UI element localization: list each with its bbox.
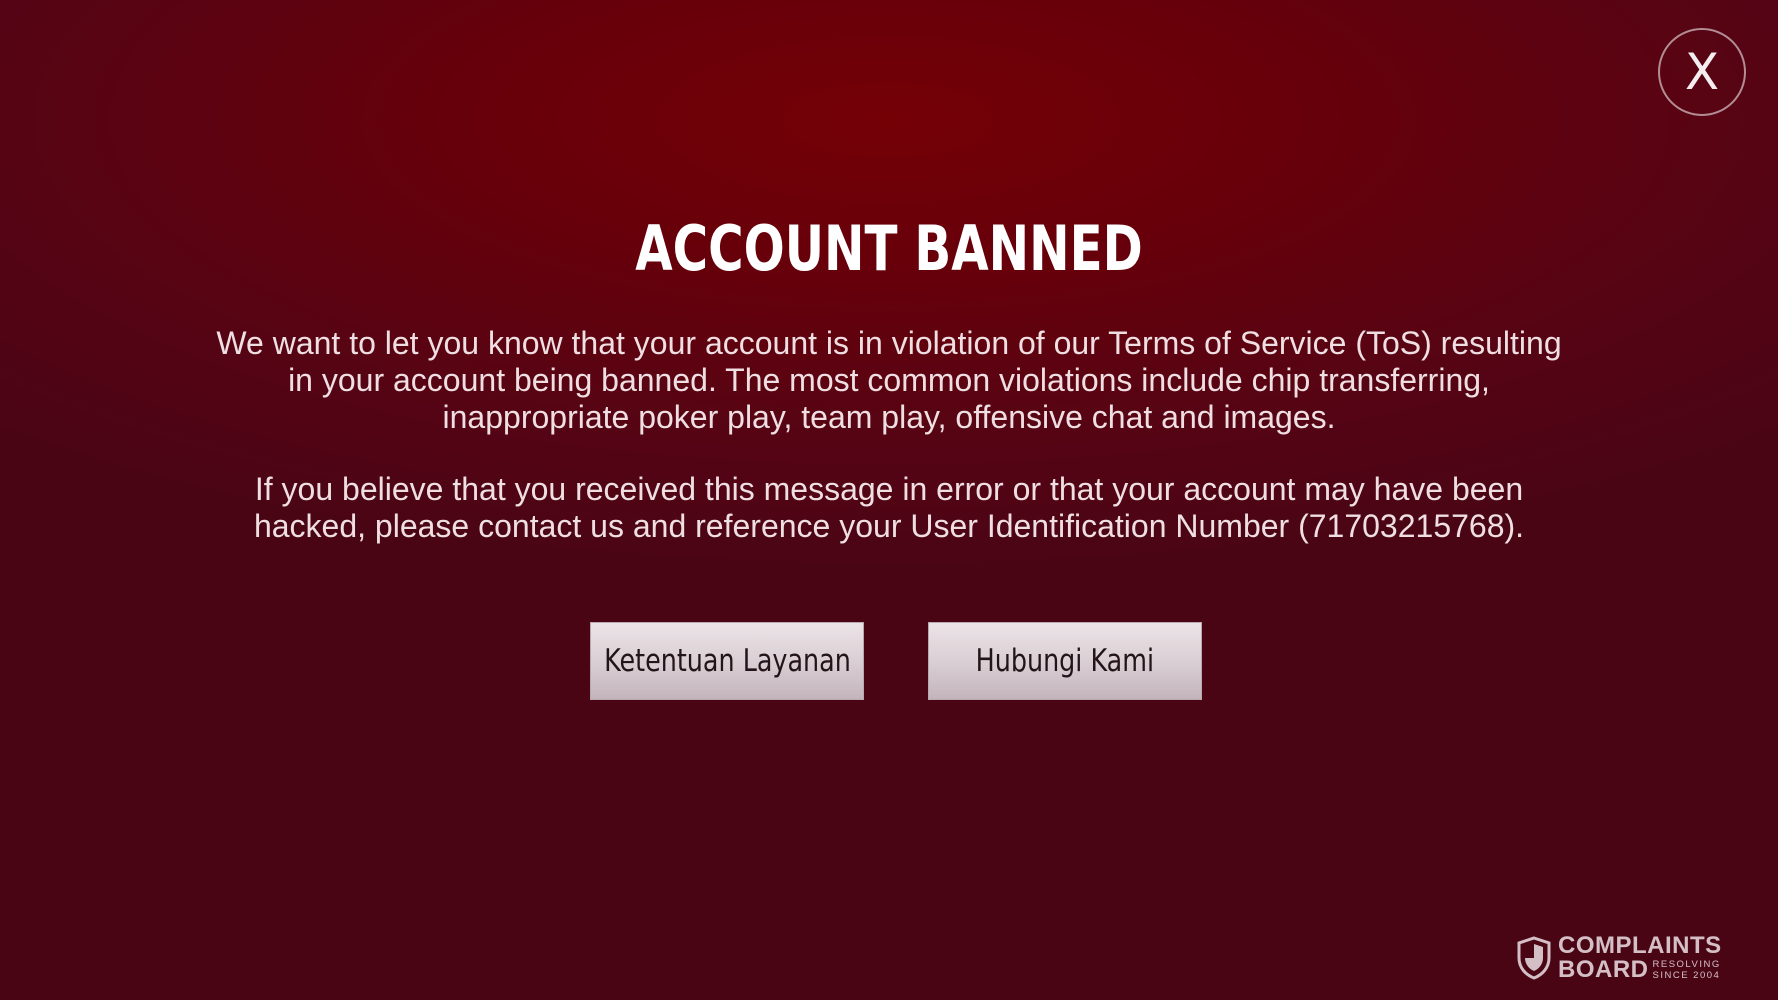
shield-icon <box>1517 936 1551 980</box>
contact-us-button[interactable]: Hubungi Kami <box>928 622 1202 700</box>
complaints-board-watermark: COMPLAINTS BOARD RESOLVING SINCE 2004 <box>1516 932 1722 983</box>
terms-of-service-button[interactable]: Ketentuan Layanan <box>590 622 864 700</box>
watermark-line-2: BOARD <box>1558 956 1649 983</box>
watermark-tag-1: RESOLVING <box>1652 959 1721 970</box>
close-icon: X <box>1684 43 1720 101</box>
contact-us-button-label: Hubungi Kami <box>975 643 1155 679</box>
message-paragraph-1: We want to let you know that your accoun… <box>216 325 1562 435</box>
message-paragraph-2: If you believe that you received this me… <box>253 471 1525 544</box>
close-button[interactable]: X <box>1658 28 1746 116</box>
watermark-tag-2: SINCE 2004 <box>1652 970 1721 981</box>
terms-of-service-button-label: Ketentuan Layanan <box>603 643 851 679</box>
watermark-line-1: COMPLAINTS <box>1558 932 1722 959</box>
dialog-title: ACCOUNT BANNED <box>635 212 1143 285</box>
